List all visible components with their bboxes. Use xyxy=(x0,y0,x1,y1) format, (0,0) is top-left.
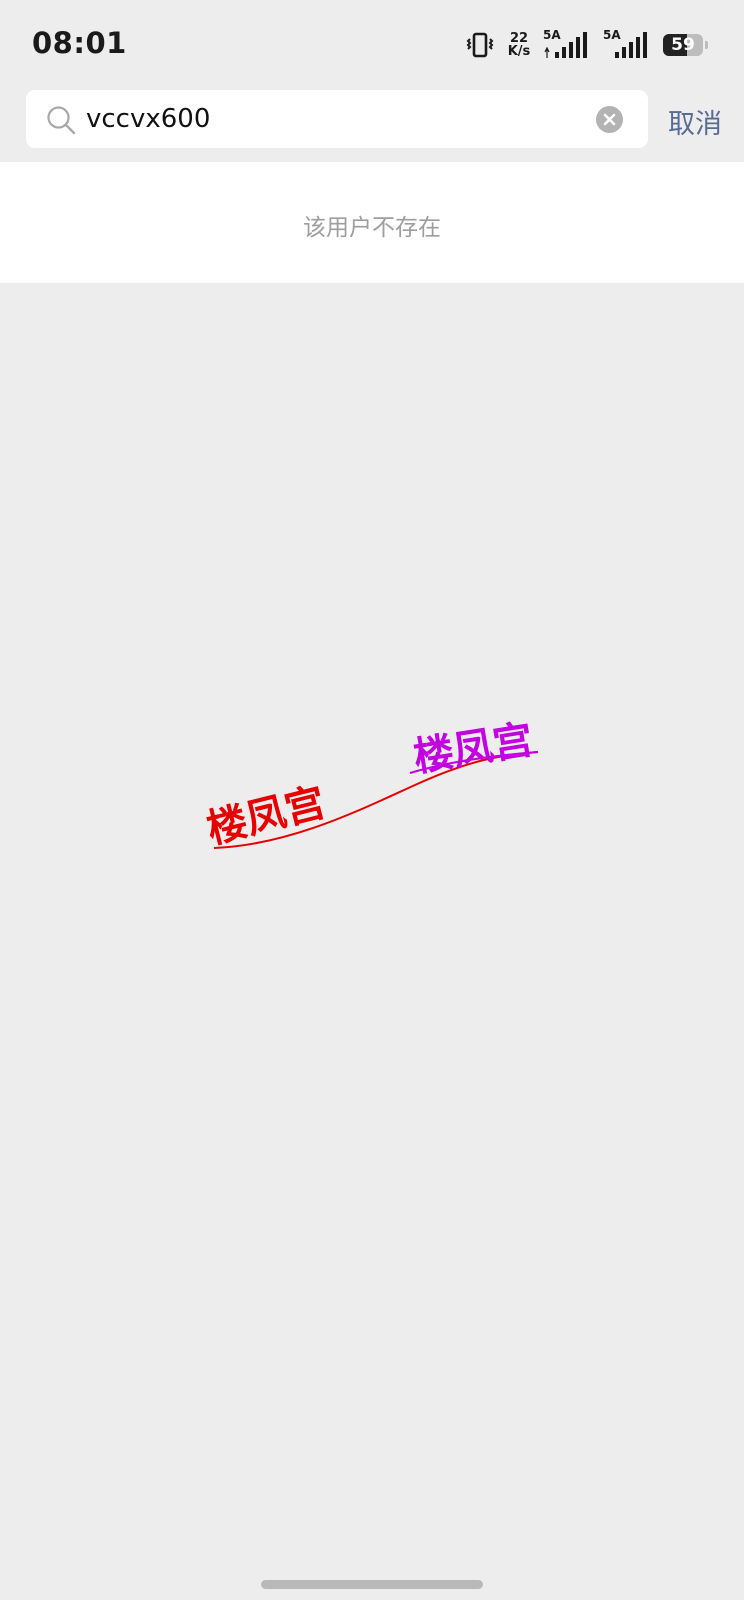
status-time: 08:01 xyxy=(32,26,127,60)
search-input[interactable] xyxy=(86,98,566,140)
search-icon xyxy=(47,106,76,135)
status-icons: 22 K/s 5A 5A 59 xyxy=(465,28,708,62)
home-indicator[interactable] xyxy=(261,1580,483,1589)
sim1-label: 5A xyxy=(543,28,561,42)
search-screen: 08:01 22 K/s 5A 5A 59 vccvx600 取消 该用户不存在… xyxy=(0,0,744,1600)
battery-tip xyxy=(705,41,708,49)
user-not-found-message: 该用户不存在 xyxy=(303,215,441,241)
network-speed: 22 K/s xyxy=(505,32,533,58)
cancel-button[interactable]: 取消 xyxy=(668,102,722,141)
battery-level: 59 xyxy=(671,35,695,55)
vibrate-icon xyxy=(466,32,494,58)
sim2-signal: 5A xyxy=(603,28,653,60)
result-panel: 该用户不存在 xyxy=(0,162,744,283)
sim2-label: 5A xyxy=(603,28,621,42)
battery-icon: 59 xyxy=(663,34,703,56)
sim1-signal: 5A xyxy=(543,28,593,60)
search-row: 取消 xyxy=(0,88,744,162)
search-box[interactable] xyxy=(26,90,648,148)
watermark: 楼凤宫 楼凤宫 xyxy=(200,705,560,875)
clear-icon[interactable] xyxy=(596,106,623,133)
status-bar: 08:01 22 K/s 5A 5A 59 xyxy=(0,0,744,88)
network-speed-unit: K/s xyxy=(507,44,531,59)
